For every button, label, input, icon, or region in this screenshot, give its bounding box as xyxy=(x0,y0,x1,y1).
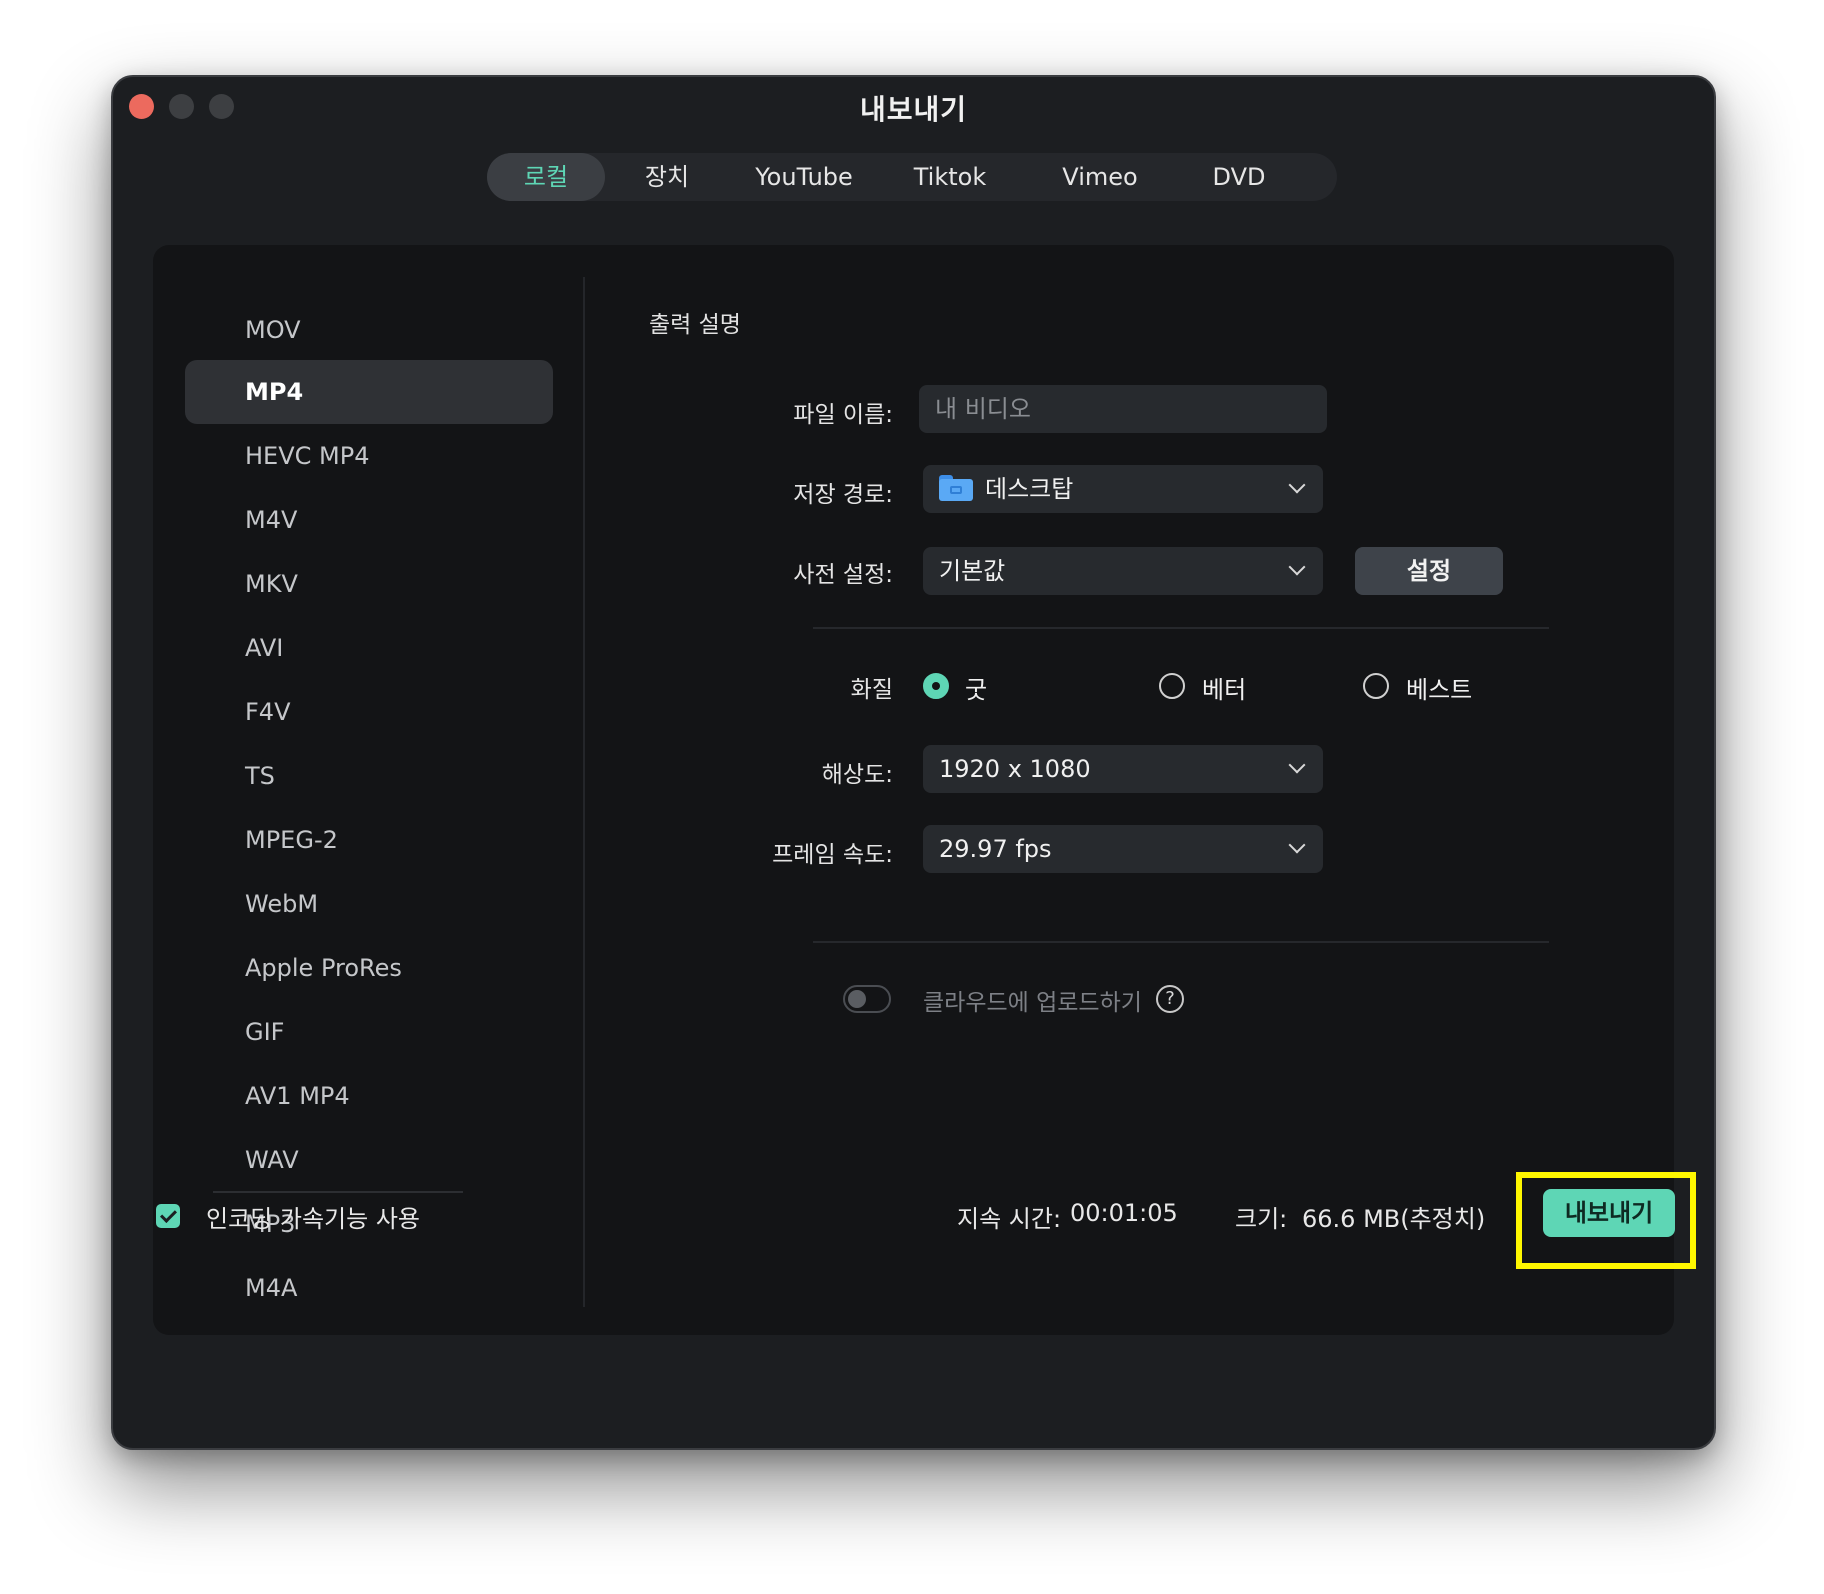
format-item-mov[interactable]: MOV xyxy=(185,298,553,362)
sidebar-divider xyxy=(583,277,585,1307)
save-path-select[interactable]: 데스크탑 xyxy=(923,465,1323,513)
format-item-mpeg2[interactable]: MPEG-2 xyxy=(185,808,553,872)
format-item-hevc-mp4[interactable]: HEVC MP4 xyxy=(185,424,553,488)
format-item-apple-prores[interactable]: Apple ProRes xyxy=(185,936,553,1000)
quality-good-label[interactable]: 굿 xyxy=(965,670,987,705)
format-item-av1-mp4[interactable]: AV1 MP4 xyxy=(185,1064,553,1128)
divider xyxy=(813,627,1549,629)
tab-youtube[interactable]: YouTube xyxy=(729,153,879,201)
preset-select[interactable]: 기본값 xyxy=(923,547,1323,595)
resolution-label: 해상도: xyxy=(821,762,893,788)
export-dialog-window: 내보내기 로컬 장치 YouTube Tiktok Vimeo DVD MOV … xyxy=(111,75,1716,1450)
preset-value: 기본값 xyxy=(939,557,1006,585)
duration-value: 00:01:05 xyxy=(1070,1199,1178,1227)
format-item-m4v[interactable]: M4V xyxy=(185,488,553,552)
preset-settings-button[interactable]: 설정 xyxy=(1355,547,1503,595)
tab-tiktok[interactable]: Tiktok xyxy=(879,153,1021,201)
hw-accel-checkbox[interactable] xyxy=(156,1204,180,1228)
export-settings-panel: MOV MP4 HEVC MP4 M4V MKV AVI F4V TS MPEG… xyxy=(153,245,1674,1335)
tab-dvd[interactable]: DVD xyxy=(1179,153,1299,201)
quality-label: 화질 xyxy=(850,677,893,703)
chevron-down-icon xyxy=(1288,476,1306,494)
format-item-webm[interactable]: WebM xyxy=(185,872,553,936)
format-item-wav[interactable]: WAV xyxy=(185,1128,553,1192)
export-button[interactable]: 내보내기 xyxy=(1543,1189,1675,1237)
save-path-label: 저장 경로: xyxy=(793,482,893,508)
chevron-down-icon xyxy=(1288,756,1306,774)
tab-local[interactable]: 로컬 xyxy=(487,153,605,201)
preset-label: 사전 설정: xyxy=(793,562,893,588)
format-item-ts[interactable]: TS xyxy=(185,744,553,808)
window-title: 내보내기 xyxy=(859,93,968,126)
format-item-mkv[interactable]: MKV xyxy=(185,552,553,616)
cloud-upload-label: 클라우드에 업로드하기 xyxy=(923,990,1142,1016)
quality-better-radio[interactable] xyxy=(1159,673,1185,699)
hw-accel-label: 인코딩 가속기능 사용 xyxy=(206,1205,420,1233)
filename-label: 파일 이름: xyxy=(793,402,893,428)
format-item-gif[interactable]: GIF xyxy=(185,1000,553,1064)
format-item-avi[interactable]: AVI xyxy=(185,616,553,680)
folder-icon xyxy=(939,475,973,501)
chevron-down-icon xyxy=(1288,558,1306,576)
toggle-knob xyxy=(848,990,866,1008)
quality-good-radio[interactable] xyxy=(923,673,949,699)
divider xyxy=(813,941,1549,943)
size-value: 66.6 MB(추정치) xyxy=(1302,1205,1486,1233)
save-path-value: 데스크탑 xyxy=(985,475,1074,503)
resolution-select[interactable]: 1920 x 1080 xyxy=(923,745,1323,793)
chevron-down-icon xyxy=(1288,836,1306,854)
cloud-upload-toggle[interactable] xyxy=(843,985,891,1013)
tab-vimeo[interactable]: Vimeo xyxy=(1021,153,1179,201)
format-item-f4v[interactable]: F4V xyxy=(185,680,553,744)
tab-device[interactable]: 장치 xyxy=(605,153,729,201)
framerate-label: 프레임 속도: xyxy=(772,842,893,868)
resolution-value: 1920 x 1080 xyxy=(939,755,1091,783)
quality-better-label[interactable]: 베터 xyxy=(1202,670,1246,705)
export-target-tabs: 로컬 장치 YouTube Tiktok Vimeo DVD xyxy=(487,153,1337,201)
format-item-mp4[interactable]: MP4 xyxy=(185,360,553,424)
framerate-select[interactable]: 29.97 fps xyxy=(923,825,1323,873)
section-title: 출력 설명 xyxy=(649,312,741,338)
framerate-value: 29.97 fps xyxy=(939,835,1052,863)
filename-input[interactable]: 내 비디오 xyxy=(919,385,1327,433)
quality-best-label[interactable]: 베스트 xyxy=(1406,670,1472,705)
duration-label: 지속 시간: xyxy=(957,1205,1062,1233)
format-item-m4a[interactable]: M4A xyxy=(185,1256,553,1320)
help-icon[interactable]: ? xyxy=(1156,985,1184,1013)
quality-best-radio[interactable] xyxy=(1363,673,1389,699)
size-label: 크기: xyxy=(1235,1205,1288,1233)
